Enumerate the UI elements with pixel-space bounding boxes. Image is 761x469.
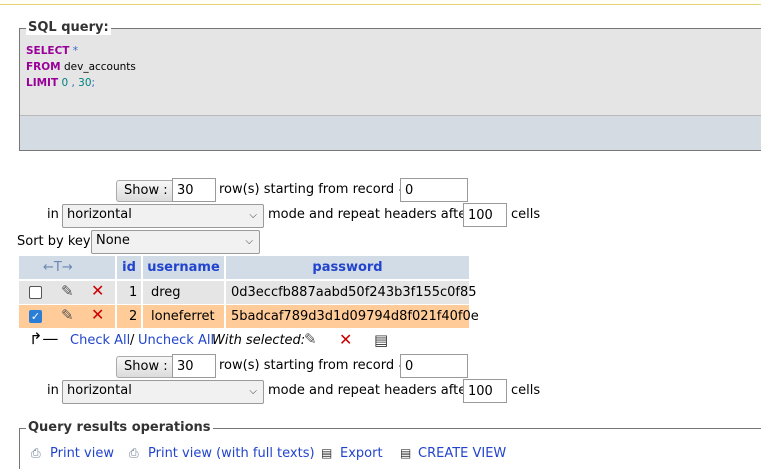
start-record-input-bottom[interactable] (400, 354, 468, 378)
delete-selected-x-icon[interactable]: ✕ (339, 332, 352, 348)
repeat-headers-label-bottom: mode and repeat headers after (268, 383, 472, 398)
create-view-link[interactable]: CREATE VIEW (418, 445, 506, 463)
sort-by-key-select[interactable]: None ⌵ (91, 230, 260, 254)
cell-password: 5badcaf789d3d1d09794d8f021f40f0e (231, 309, 479, 324)
column-header-password[interactable]: password (226, 256, 469, 279)
sql-keyword-limit: LIMIT (26, 77, 59, 89)
sql-table-name: dev_accounts (60, 61, 136, 73)
sort-by-key-value: None (96, 233, 130, 248)
display-mode-value-top: horizontal (67, 207, 132, 222)
row-checkbox-checked[interactable]: ✓ (29, 310, 42, 323)
row-checkbox[interactable] (29, 286, 42, 299)
export-selected-icon[interactable]: ▤ (374, 331, 388, 349)
export-icon[interactable]: ▤ (321, 446, 332, 460)
edit-pencil-icon[interactable]: ✎ (61, 282, 74, 300)
arrow-ltr-icon: ↱— (29, 329, 59, 348)
print-view-link[interactable]: Print view (50, 445, 114, 463)
column-resize-header[interactable]: ←T→ (19, 256, 115, 279)
cell-divider (115, 281, 117, 304)
sql-keyword-from: FROM (26, 61, 61, 73)
rows-starting-label-top: row(s) starting from record # (219, 182, 410, 197)
cells-label-top: cells (511, 207, 541, 222)
rows-count-input-top[interactable] (172, 178, 216, 202)
column-header-username[interactable]: username (143, 256, 224, 279)
in-label-bottom: in (47, 383, 59, 398)
show-button-bottom[interactable]: Show : (116, 356, 176, 378)
repeat-headers-input-bottom[interactable] (463, 379, 507, 403)
display-mode-select-bottom[interactable]: horizontal ⌵ (62, 380, 264, 404)
create-view-icon[interactable]: ▤ (400, 446, 411, 460)
display-mode-select-top[interactable]: horizontal ⌵ (62, 204, 264, 228)
cell-divider (224, 305, 226, 328)
start-record-input-top[interactable] (400, 178, 468, 202)
repeat-headers-label-top: mode and repeat headers after (268, 207, 472, 222)
chevron-down-icon: ⌵ (245, 236, 253, 247)
query-results-operations-legend: Query results operations (26, 420, 213, 435)
cell-password: 0d3eccfb887aabd50f243b3f155c0f85 (231, 285, 477, 300)
column-header-id[interactable]: id (117, 256, 141, 279)
cell-id: 1 (129, 285, 138, 300)
bulk-separator: / (130, 333, 135, 348)
rows-starting-label-bottom: row(s) starting from record # (219, 358, 410, 373)
sql-query-toolbar-band (20, 115, 761, 150)
table-row: ✎ ✕ 1 dreg 0d3eccfb887aabd50f243b3f155c0… (19, 281, 477, 304)
top-notice-edge (0, 0, 761, 5)
cell-divider (141, 281, 143, 304)
cells-label-bottom: cells (511, 383, 541, 398)
sql-comma: , (68, 77, 79, 89)
with-selected-label: With selected: (212, 333, 306, 348)
delete-x-icon[interactable]: ✕ (91, 307, 104, 323)
sql-semicolon: ; (91, 77, 96, 89)
sql-keyword-select: SELECT (26, 45, 70, 57)
cell-divider (224, 281, 226, 304)
edit-pencil-icon[interactable]: ✎ (61, 306, 74, 324)
uncheck-all-link[interactable]: Uncheck All (138, 332, 214, 350)
chevron-down-icon: ⌵ (249, 210, 257, 221)
sql-query-legend: SQL query: (26, 20, 111, 35)
cell-username: loneferret (151, 309, 215, 324)
rows-count-input-bottom[interactable] (172, 354, 216, 378)
delete-x-icon[interactable]: ✕ (91, 283, 104, 299)
cell-username: dreg (151, 285, 181, 300)
cell-divider (141, 305, 143, 328)
resize-arrows-icon[interactable]: ←T→ (43, 256, 73, 279)
cell-id: 2 (129, 309, 138, 324)
chevron-down-icon: ⌵ (249, 386, 257, 397)
show-button-top[interactable]: Show : (116, 180, 176, 202)
cell-divider (115, 305, 117, 328)
sql-limit-count: 30 (78, 77, 92, 89)
print-view-full-texts-link[interactable]: Print view (with full texts) (148, 445, 315, 463)
display-mode-value-bottom: horizontal (67, 383, 132, 398)
sql-limit-offset: 0 (58, 77, 69, 89)
check-all-link[interactable]: Check All (70, 332, 130, 350)
edit-selected-pencil-icon[interactable]: ✎ (304, 330, 317, 348)
repeat-headers-input-top[interactable] (463, 203, 507, 227)
sql-query-text: SELECT * FROM dev_accounts LIMIT 0 , 30; (26, 43, 136, 91)
in-label-top: in (47, 207, 59, 222)
sort-by-key-label: Sort by key: (17, 234, 95, 249)
table-row-selected: ✓ ✎ ✕ 2 loneferret 5badcaf789d3d1d09794d… (19, 305, 479, 328)
sql-star: * (69, 45, 79, 57)
export-link[interactable]: Export (340, 445, 383, 463)
